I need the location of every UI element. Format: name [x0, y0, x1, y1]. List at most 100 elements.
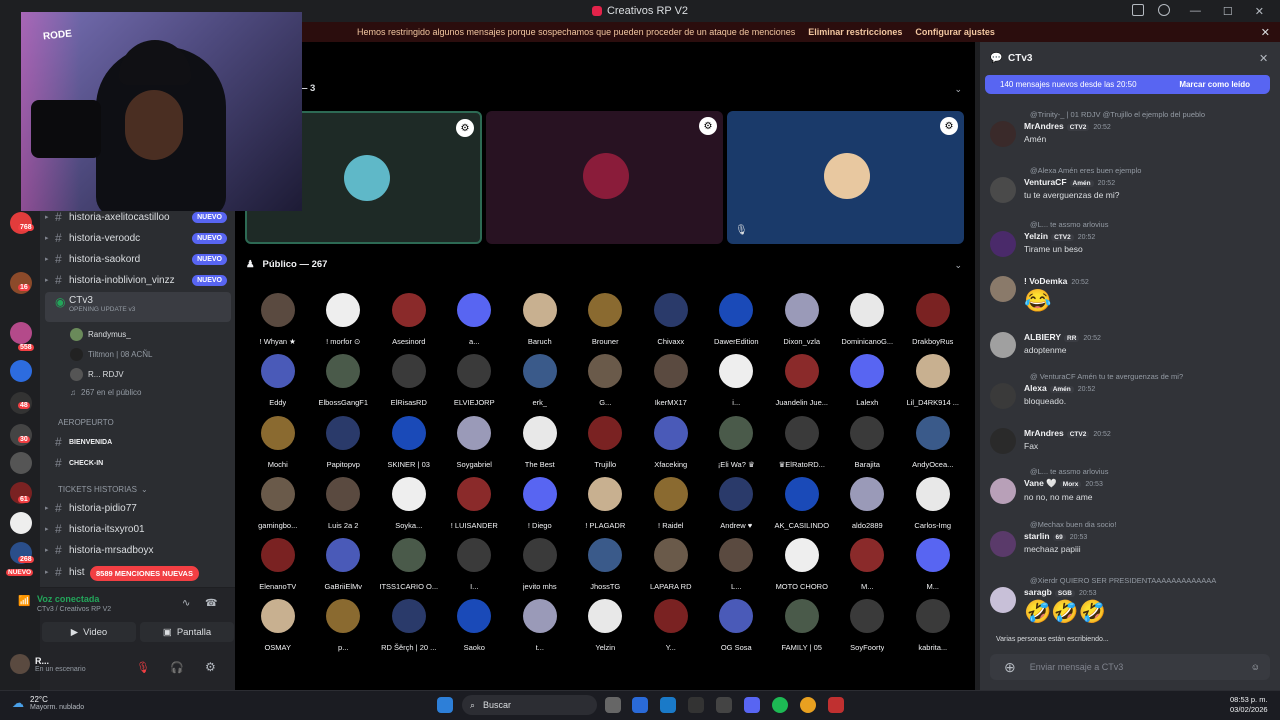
audience-member[interactable]: Andrew ♥	[704, 476, 770, 537]
chrome-icon[interactable]	[800, 697, 816, 713]
app-icon[interactable]	[632, 697, 648, 713]
voice-connected-title[interactable]: Voz conectada	[37, 594, 99, 604]
noise-suppression-icon[interactable]: ∿	[182, 598, 190, 609]
audience-member[interactable]: Trujillo	[573, 415, 639, 476]
channel-item[interactable]: ▸ # historia-mrsadboyx	[45, 540, 231, 560]
audience-member[interactable]: ! PLAGADR	[573, 476, 639, 537]
audience-member[interactable]: Mochi	[245, 415, 311, 476]
audience-member[interactable]: Dixon_vzla	[769, 292, 835, 353]
avatar[interactable]	[990, 332, 1016, 358]
audience-member[interactable]: Papitopvp	[311, 415, 377, 476]
avatar[interactable]	[990, 383, 1016, 409]
audience-member[interactable]: Luis 2a 2	[311, 476, 377, 537]
configure-settings-link[interactable]: Configurar ajustes	[915, 27, 995, 37]
audience-member[interactable]: Y...	[638, 598, 704, 659]
audience-member[interactable]: ! morfor ⊙	[311, 292, 377, 353]
audience-member[interactable]: IkerMX17	[638, 353, 704, 414]
avatar[interactable]	[990, 121, 1016, 147]
audience-member[interactable]: ♛ElRatoRD...	[769, 415, 835, 476]
audience-member[interactable]: RD Šěrçh | 20 ...	[376, 598, 442, 659]
audience-member[interactable]: LAPARA RD	[638, 537, 704, 598]
task-view-icon[interactable]	[605, 697, 621, 713]
audience-member[interactable]: SKINER | 03	[376, 415, 442, 476]
audience-member[interactable]: Asesinord	[376, 292, 442, 353]
channel-item[interactable]: ▸ # historia-itsxyro01	[45, 519, 231, 539]
audience-member[interactable]: Soygabriel	[442, 415, 508, 476]
server-icon[interactable]	[10, 452, 32, 474]
audience-member[interactable]: p...	[311, 598, 377, 659]
audience-member[interactable]: Lalexh	[835, 353, 901, 414]
chat-message[interactable]: @L... te assmo arlovius Yelzin CTV2 20:52 Ti…	[990, 220, 1270, 257]
audience-member[interactable]: AndyOcea...	[900, 415, 966, 476]
audience-member[interactable]: SoyFoorty	[835, 598, 901, 659]
close-icon[interactable]: ✕	[1259, 52, 1268, 65]
clock[interactable]: 08:53 p. m. 03/02/2026	[1230, 695, 1268, 715]
spotify-icon[interactable]	[772, 697, 788, 713]
message-author[interactable]: ALBIERY	[1024, 332, 1061, 342]
chat-input[interactable]: ⊕ Enviar mensaje a CTv3 ☺	[990, 654, 1270, 680]
avatar[interactable]	[990, 231, 1016, 257]
taskbar-search[interactable]: ⌕ Buscar	[462, 695, 597, 715]
avatar[interactable]	[990, 177, 1016, 203]
audience-count[interactable]: ♫ 267 en el público	[70, 388, 142, 397]
audience-member[interactable]: Yelzin	[573, 598, 639, 659]
emoji-icon[interactable]: ☺	[1251, 662, 1260, 672]
remove-restrictions-link[interactable]: Eliminar restricciones	[808, 27, 902, 37]
message-author[interactable]: ! VoDemka	[1024, 276, 1067, 286]
audience-member[interactable]: ElbossGangF1	[311, 353, 377, 414]
audience-member[interactable]: I...	[442, 537, 508, 598]
channel-item[interactable]: # CHECK-IN	[45, 453, 231, 473]
audience-member[interactable]: ElRisasRD	[376, 353, 442, 414]
chat-message[interactable]: @Mechax buen dia socio! starlin 69 20:53 mec…	[990, 520, 1270, 557]
audience-member[interactable]: Juandelin Jue...	[769, 353, 835, 414]
audience-member[interactable]: Chivaxx	[638, 292, 704, 353]
audience-member[interactable]: MOTO CHORO	[769, 537, 835, 598]
message-author[interactable]: MrAndres	[1024, 121, 1064, 131]
chevron-down-icon[interactable]: ⌄	[954, 84, 962, 95]
disconnect-icon[interactable]: ☎	[205, 598, 217, 609]
message-author[interactable]: VenturaCF	[1024, 177, 1067, 187]
weather-widget[interactable]: ☁ 22°C Mayorm. nublado	[12, 695, 84, 711]
speaker-tile[interactable]: ⚙ 🎙	[727, 111, 964, 244]
audience-member[interactable]: Xfaceking	[638, 415, 704, 476]
audience-member[interactable]: Soyka...	[376, 476, 442, 537]
message-author[interactable]: Vane 🤍	[1024, 478, 1057, 488]
audience-member[interactable]: FAMILY | 05	[769, 598, 835, 659]
gear-icon[interactable]: ⚙	[699, 117, 717, 135]
voice-user[interactable]: Randymus_	[70, 328, 131, 341]
start-icon[interactable]	[437, 697, 453, 713]
user-panel[interactable]: R... En un escenario	[10, 654, 86, 674]
channel-item[interactable]: ▸ # historia-inoblivion_vinzz NUEVO	[45, 270, 231, 290]
audience-member[interactable]: M...	[900, 537, 966, 598]
audience-member[interactable]: Brouner	[573, 292, 639, 353]
message-author[interactable]: Yelzin	[1024, 231, 1048, 241]
chat-message[interactable]: ! VoDemka 20:52 😂	[990, 276, 1270, 313]
headphones-icon[interactable]: 🎧	[170, 661, 184, 674]
stage-channel[interactable]: ◉ CTv3 OPENING UPDATE v3	[45, 292, 231, 322]
inbox-icon[interactable]	[1132, 4, 1144, 16]
close-window-button[interactable]: ✕	[1255, 5, 1264, 18]
audience-member[interactable]: DrakboyRus	[900, 292, 966, 353]
audience-member[interactable]: Barajita	[835, 415, 901, 476]
audience-member[interactable]: Eddy	[245, 353, 311, 414]
app-icon[interactable]	[828, 697, 844, 713]
voice-user[interactable]: R... RDJV	[70, 368, 124, 381]
app-icon[interactable]	[660, 697, 676, 713]
audience-member[interactable]: gamingbo...	[245, 476, 311, 537]
chat-message[interactable]: @Alexa Amén eres buen ejemplo VenturaCF Am…	[990, 166, 1270, 203]
voice-user[interactable]: Tiltmon | 08 ACÑL	[70, 348, 152, 361]
audience-member[interactable]: OG Sosa	[704, 598, 770, 659]
audience-member[interactable]: ¡Eli Wa? ♛	[704, 415, 770, 476]
message-author[interactable]: starlin	[1024, 531, 1050, 541]
server-icon[interactable]	[10, 512, 32, 534]
avatar[interactable]	[990, 531, 1016, 557]
new-mentions-pill[interactable]: 8589 MENCIONES NUEVAS	[90, 566, 199, 581]
channel-item[interactable]: ▸ # historia-saokord NUEVO	[45, 249, 231, 269]
video-button[interactable]: ▶ Video	[42, 622, 136, 642]
screen-share-button[interactable]: ▣ Pantalla	[140, 622, 234, 642]
chat-message[interactable]: MrAndres CTV2 20:52 Fax	[990, 428, 1270, 454]
server-icon[interactable]	[10, 360, 32, 382]
audience-member[interactable]: M...	[835, 537, 901, 598]
channel-item[interactable]: ▸ # historia-veroodc NUEVO	[45, 228, 231, 248]
audience-member[interactable]: Carlos-Img	[900, 476, 966, 537]
